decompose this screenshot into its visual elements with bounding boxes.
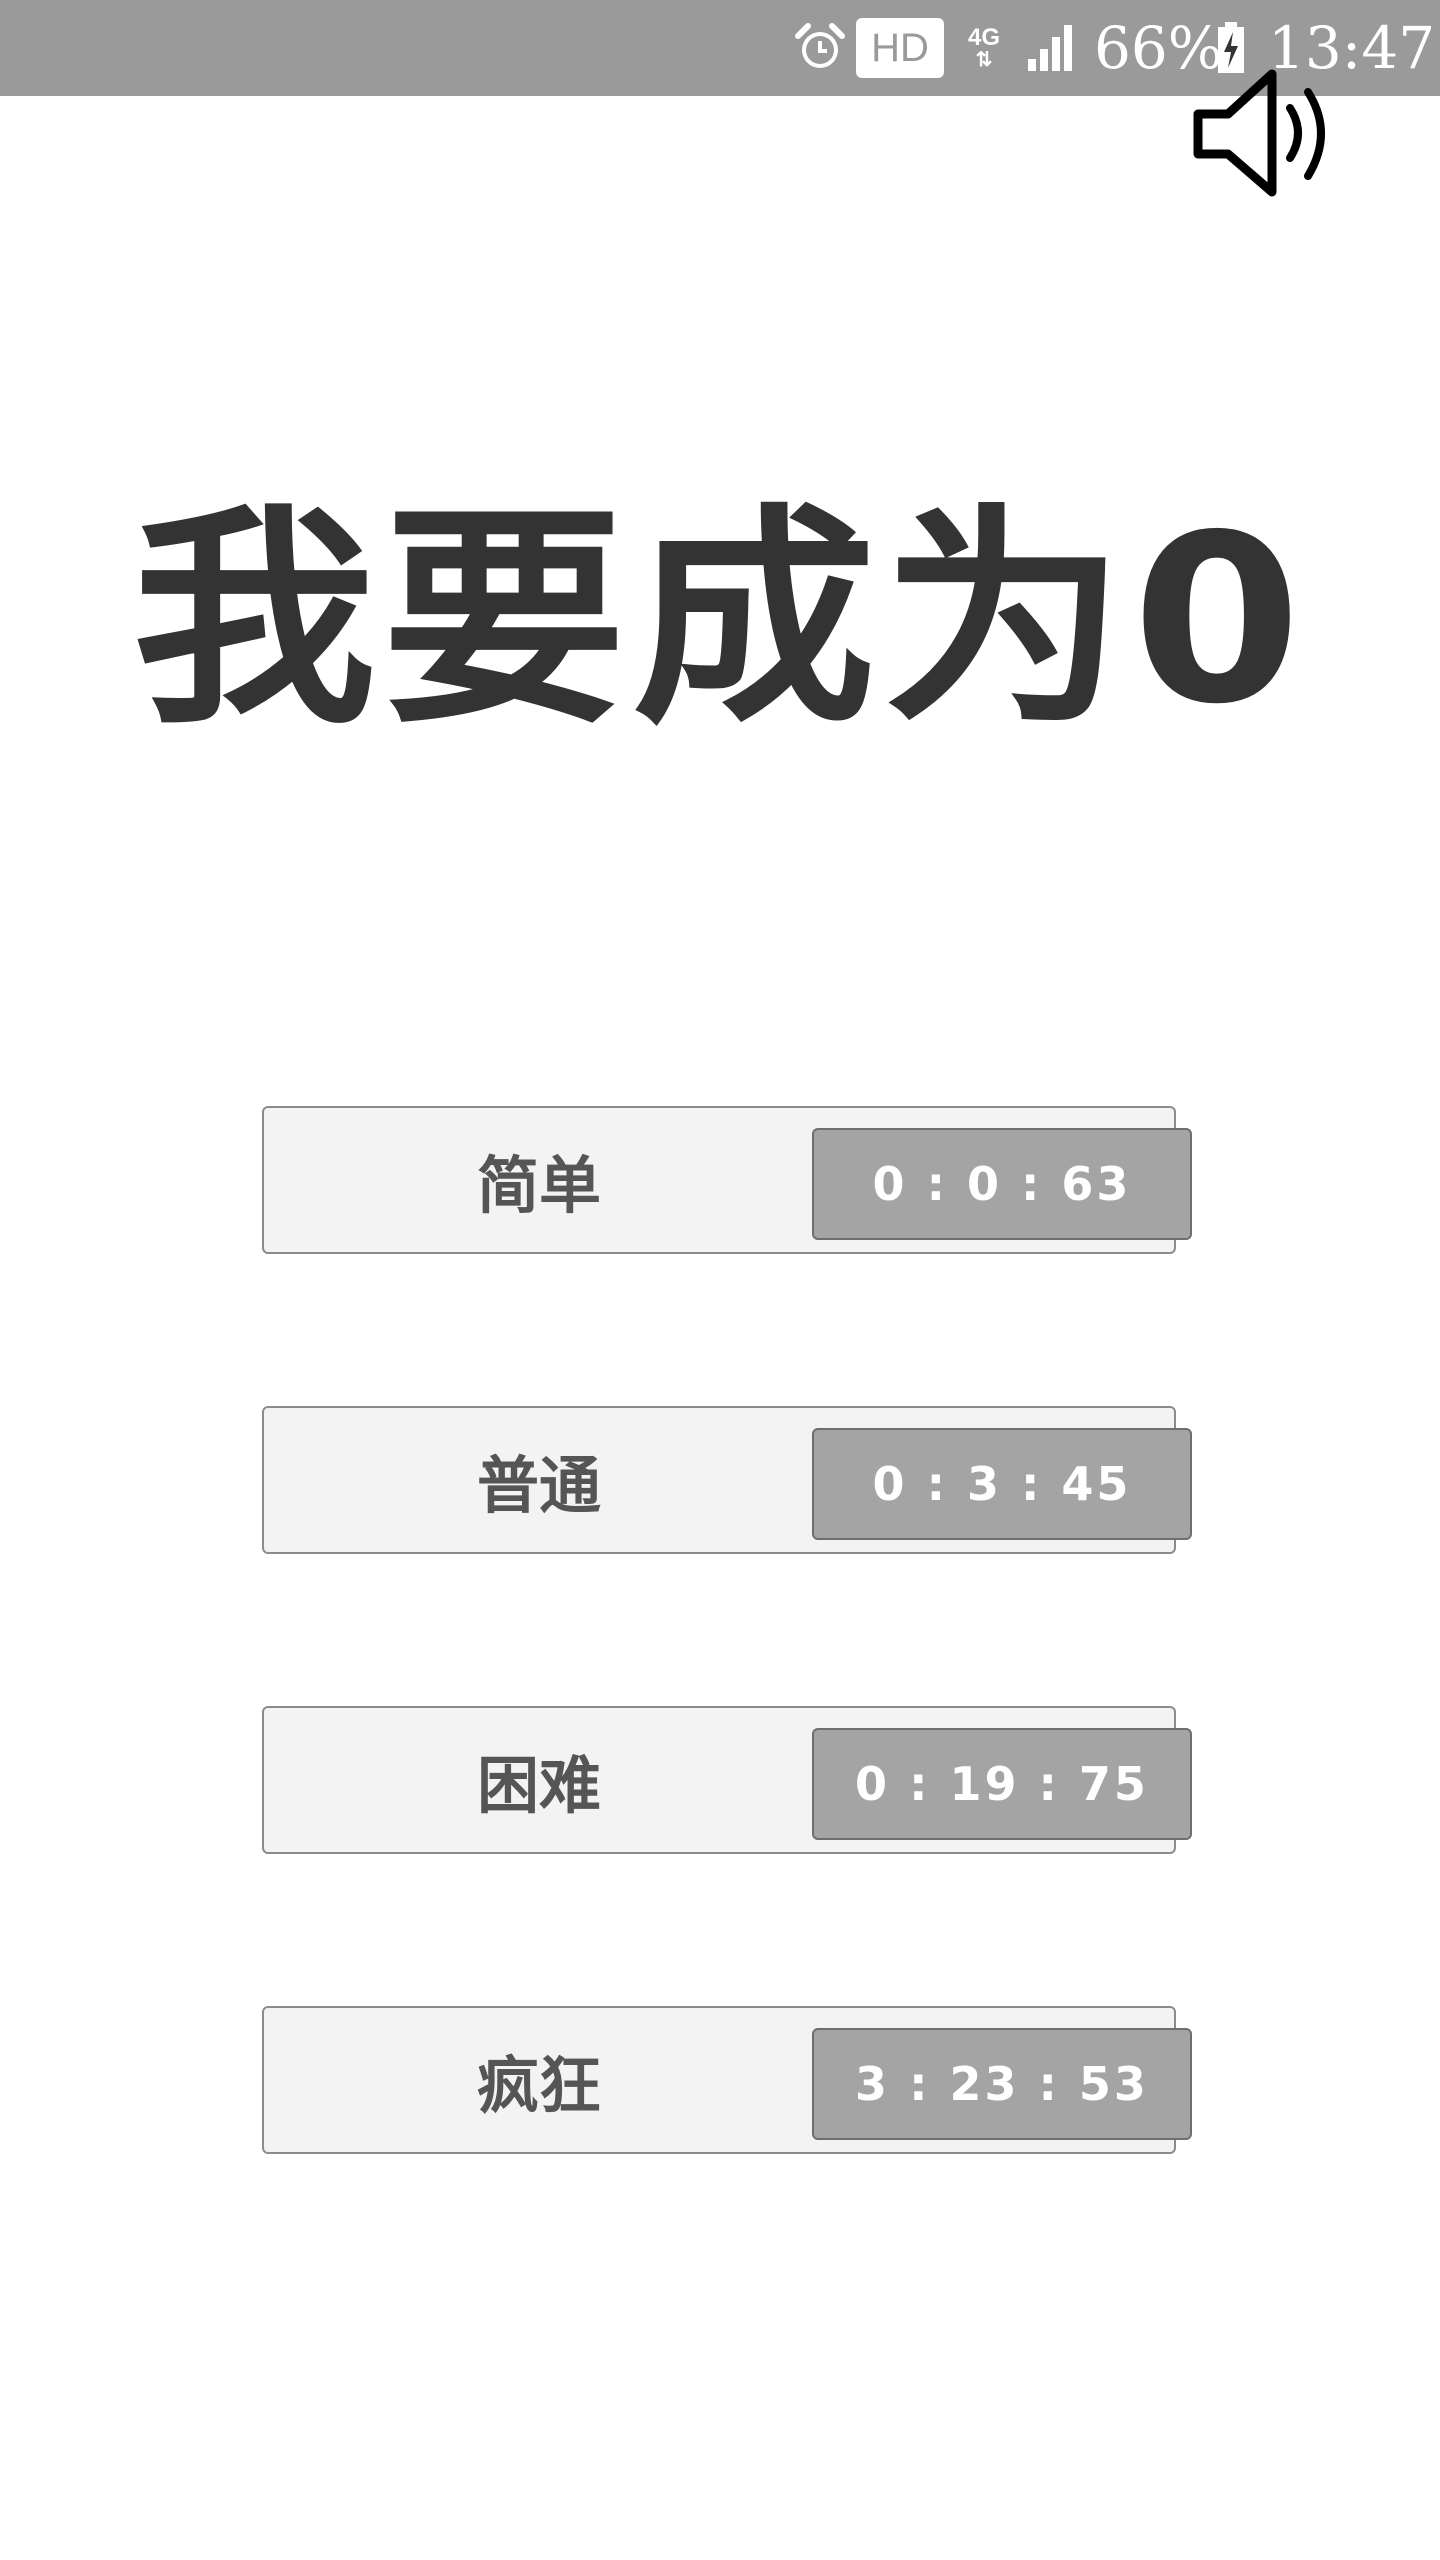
signal-bars-icon [1026,0,1078,96]
network-arrows-icon: ⇅ [975,49,993,71]
level-hard-button[interactable]: 困难 0 : 19 : 75 [262,1706,1192,1854]
network-type: 4G ⇅ [968,0,1000,96]
network-type-label: 4G [968,24,1001,51]
level-crazy-button[interactable]: 疯狂 3 : 23 : 53 [262,2006,1192,2154]
level-name: 普通 [476,1449,601,1522]
speaker-volume-icon[interactable] [1190,64,1340,200]
level-normal-button[interactable]: 普通 0 : 3 : 45 [262,1406,1192,1554]
level-easy-button[interactable]: 简单 0 : 0 : 63 [262,1106,1192,1254]
level-name: 困难 [476,1749,601,1822]
best-time-badge: 0 : 19 : 75 [812,1728,1192,1840]
alarm-clock-icon [794,0,846,96]
best-time-badge: 0 : 3 : 45 [812,1428,1192,1540]
best-time-badge: 3 : 23 : 53 [812,2028,1192,2140]
game-title: 我要成为0 [132,485,1308,755]
level-name: 简单 [476,1149,601,1222]
best-time-badge: 0 : 0 : 63 [812,1128,1192,1240]
hd-badge: HD [856,18,944,78]
level-name: 疯狂 [476,2049,601,2122]
